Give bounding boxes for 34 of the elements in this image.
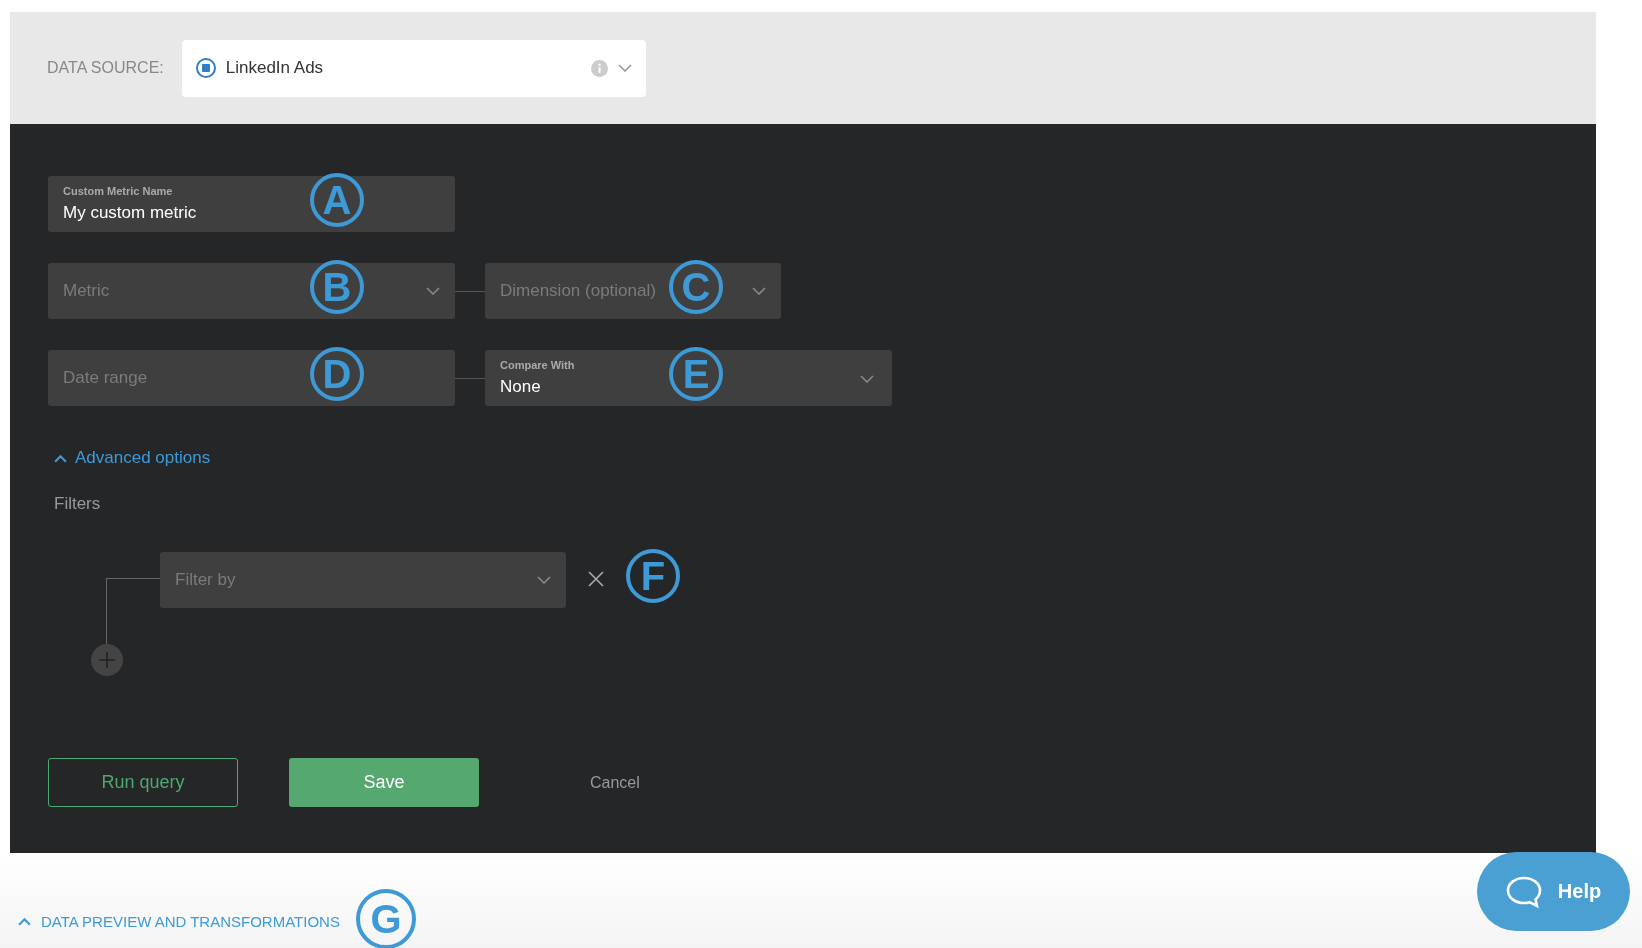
chat-bubble-icon: [1505, 875, 1542, 908]
add-filter-button[interactable]: [91, 644, 123, 676]
help-button[interactable]: Help: [1477, 852, 1630, 931]
compare-with-select[interactable]: Compare With None E: [485, 350, 892, 406]
date-range-field[interactable]: Date range D: [48, 350, 455, 406]
chevron-down-icon: [537, 576, 551, 584]
data-source-label: DATA SOURCE:: [47, 59, 164, 77]
callout-marker: C: [669, 260, 723, 314]
filter-by-select[interactable]: Filter by: [160, 552, 566, 608]
callout-marker: E: [669, 347, 723, 401]
info-icon[interactable]: [590, 59, 608, 77]
chevron-down-icon: [752, 287, 766, 295]
data-source-select[interactable]: LinkedIn Ads: [181, 39, 646, 97]
callout-marker: G: [355, 888, 416, 948]
chevron-down-icon: [860, 375, 874, 383]
chevron-down-icon: [617, 64, 632, 72]
dimension-select[interactable]: Dimension (optional) C: [485, 263, 781, 319]
metric-select[interactable]: Metric B: [48, 263, 455, 319]
save-button[interactable]: Save: [289, 758, 479, 807]
filters-label: Filters: [54, 494, 102, 514]
callout-marker: F: [626, 549, 680, 603]
callout-marker: B: [310, 260, 364, 314]
advanced-options-toggle[interactable]: Advanced options: [48, 448, 217, 468]
caret-icon: [18, 917, 31, 926]
close-icon[interactable]: [588, 571, 604, 587]
run-query-button[interactable]: Run query: [48, 758, 238, 807]
data-preview-toggle[interactable]: DATA PREVIEW AND TRANSFORMATIONS: [18, 913, 340, 930]
cancel-button[interactable]: Cancel: [584, 772, 646, 793]
callout-marker: A: [310, 173, 364, 227]
chevron-down-icon: [426, 287, 440, 295]
metric-name-field[interactable]: Custom Metric Name My custom metric A: [48, 176, 455, 232]
plus-icon: [97, 650, 117, 670]
callout-marker: D: [310, 347, 364, 401]
caret-icon: [54, 453, 67, 463]
